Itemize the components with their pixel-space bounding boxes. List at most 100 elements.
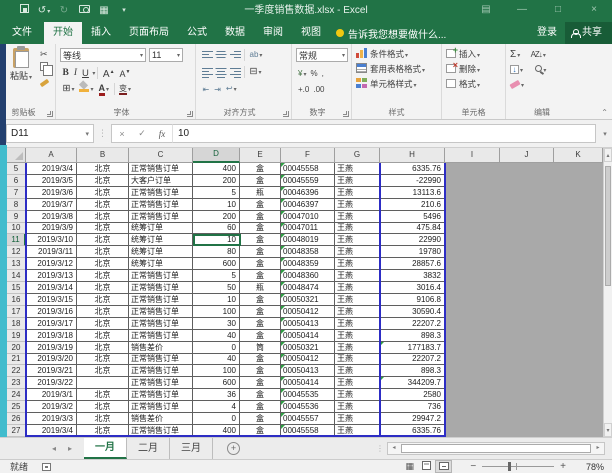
cell-E20[interactable]: 筒 [240, 342, 281, 354]
delete-cells-button[interactable]: ×删除▾ [446, 62, 503, 77]
cell-C17[interactable]: 正常销售订单 [129, 306, 193, 318]
row-header-12[interactable]: 12 [7, 246, 26, 258]
tab-file[interactable]: 文件 [0, 22, 44, 44]
cell-H16[interactable]: 9106.8 [380, 294, 445, 306]
cell-E19[interactable]: 盒 [240, 330, 281, 342]
cell-G11[interactable]: 王燕 [335, 234, 380, 246]
cell-C26[interactable]: 销售差价 [129, 413, 193, 425]
row-header-11[interactable]: 11 [7, 234, 26, 246]
cell-H14[interactable]: 3832 [380, 270, 445, 282]
row-header-7[interactable]: 7 [7, 187, 26, 199]
merge-center-icon[interactable]: ⊟▾ [247, 64, 264, 81]
cell-C22[interactable]: 正常销售订单 [129, 365, 193, 377]
cell-H15[interactable]: 3016.4 [380, 282, 445, 294]
cell-B23[interactable] [77, 377, 129, 389]
number-format-select[interactable]: 常规▾ [296, 48, 348, 62]
cell-C9[interactable]: 正常销售订单 [129, 211, 193, 223]
row-header-24[interactable]: 24 [7, 389, 26, 401]
row-header-23[interactable]: 23 [7, 377, 26, 389]
font-size-select[interactable]: 11▾ [149, 48, 183, 62]
cell-styles-button[interactable]: 单元格样式▾ [356, 77, 439, 92]
sheet-tab-一月[interactable]: 一月 [84, 438, 127, 459]
cell-H13[interactable]: 28857.6 [380, 258, 445, 270]
scroll-up-icon[interactable]: ▴ [604, 148, 612, 162]
sheet-nav-left-icon[interactable]: ◂ [46, 438, 62, 459]
macro-record-icon[interactable] [42, 463, 51, 471]
cell-F15[interactable]: 00048474 [281, 282, 335, 294]
cell-B25[interactable]: 北京 [77, 401, 129, 413]
tab-页面布局[interactable]: 页面布局 [120, 22, 178, 44]
cell-G21[interactable]: 王燕 [335, 354, 380, 366]
minimize-icon[interactable]: — [504, 0, 540, 22]
cell-A24[interactable]: 2019/3/1 [26, 389, 77, 401]
zoom-in-icon[interactable]: + [560, 461, 566, 472]
cell-D5[interactable]: 400 [193, 163, 240, 175]
cell-F13[interactable]: 00048359 [281, 258, 335, 270]
row-header-5[interactable]: 5 [7, 163, 26, 175]
cell-F7[interactable]: 00046396 [281, 187, 335, 199]
cell-A9[interactable]: 2019/3/8 [26, 211, 77, 223]
column-header-F[interactable]: F [281, 148, 335, 163]
cell-F19[interactable]: 00050414 [281, 330, 335, 342]
row-header-18[interactable]: 18 [7, 318, 26, 330]
page-layout-view-icon[interactable] [418, 460, 435, 473]
format-cells-button[interactable]: 格式▾ [446, 77, 503, 92]
cell-A6[interactable]: 2019/3/5 [26, 175, 77, 187]
sort-filter-button[interactable]: AZ↓▾ [531, 49, 546, 59]
font-name-select[interactable]: 等线▾ [60, 48, 146, 62]
name-box-dropdown-icon[interactable]: ▾ [85, 130, 89, 138]
cell-B10[interactable]: 北京 [77, 223, 129, 235]
cell-E17[interactable]: 盒 [240, 306, 281, 318]
ribbon-display-options-icon[interactable]: ▤ [468, 0, 504, 22]
cell-H23[interactable]: 344209.7 [380, 377, 445, 389]
share-button[interactable]: 共享 [565, 22, 612, 44]
cell-F26[interactable]: 00045557 [281, 413, 335, 425]
formula-input[interactable]: 10 [172, 124, 596, 143]
cell-D21[interactable]: 40 [193, 354, 240, 366]
column-header-K[interactable]: K [554, 148, 603, 163]
cell-G8[interactable]: 王燕 [335, 199, 380, 211]
cell-C14[interactable]: 正常销售订单 [129, 270, 193, 282]
cell-B20[interactable]: 北京 [77, 342, 129, 354]
cell-B14[interactable]: 北京 [77, 270, 129, 282]
cell-C6[interactable]: 大客户订单 [129, 175, 193, 187]
cell-F25[interactable]: 00045536 [281, 401, 335, 413]
cell-D10[interactable]: 60 [193, 223, 240, 235]
row-header-9[interactable]: 9 [7, 211, 26, 223]
page-break-preview-icon[interactable] [435, 460, 452, 473]
cell-D22[interactable]: 100 [193, 365, 240, 377]
font-color-button[interactable]: A▾ [96, 81, 112, 98]
cell-E12[interactable]: 盒 [240, 246, 281, 258]
conditional-formatting-button[interactable]: 条件格式▾ [356, 47, 439, 62]
cell-G24[interactable]: 王燕 [335, 389, 380, 401]
normal-view-icon[interactable]: ▦ [401, 460, 418, 473]
cell-D9[interactable]: 200 [193, 211, 240, 223]
cell-H20[interactable]: 177183.7 [380, 342, 445, 354]
cell-E15[interactable]: 瓶 [240, 282, 281, 294]
cell-H17[interactable]: 30590.4 [380, 306, 445, 318]
grow-font-button[interactable]: A▲ [100, 65, 117, 82]
column-header-B[interactable]: B [77, 148, 129, 163]
column-header-D[interactable]: D [193, 148, 240, 163]
dialog-launcher-icon[interactable] [343, 111, 349, 117]
cell-G18[interactable]: 王燕 [335, 318, 380, 330]
cell-E23[interactable]: 盒 [240, 377, 281, 389]
find-select-button[interactable]: ▾ [535, 64, 546, 74]
cell-A21[interactable]: 2019/3/20 [26, 354, 77, 366]
cell-H18[interactable]: 22207.2 [380, 318, 445, 330]
sign-in-button[interactable]: 登录 [529, 22, 565, 44]
cell-G13[interactable]: 王燕 [335, 258, 380, 270]
cell-G14[interactable]: 王燕 [335, 270, 380, 282]
vertical-scrollbar-thumb[interactable] [605, 166, 611, 286]
row-header-27[interactable]: 27 [7, 425, 26, 437]
cell-D17[interactable]: 100 [193, 306, 240, 318]
format-painter-icon[interactable] [40, 75, 49, 89]
vertical-scrollbar[interactable]: ▴ ▾ [603, 148, 612, 437]
cell-F12[interactable]: 00048358 [281, 246, 335, 258]
column-header-H[interactable]: H [380, 148, 445, 163]
cell-F24[interactable]: 00045535 [281, 389, 335, 401]
cell-H10[interactable]: 475.84 [380, 223, 445, 235]
dialog-launcher-icon[interactable] [283, 111, 289, 117]
cell-G9[interactable]: 王燕 [335, 211, 380, 223]
cell-H19[interactable]: 898.3 [380, 330, 445, 342]
